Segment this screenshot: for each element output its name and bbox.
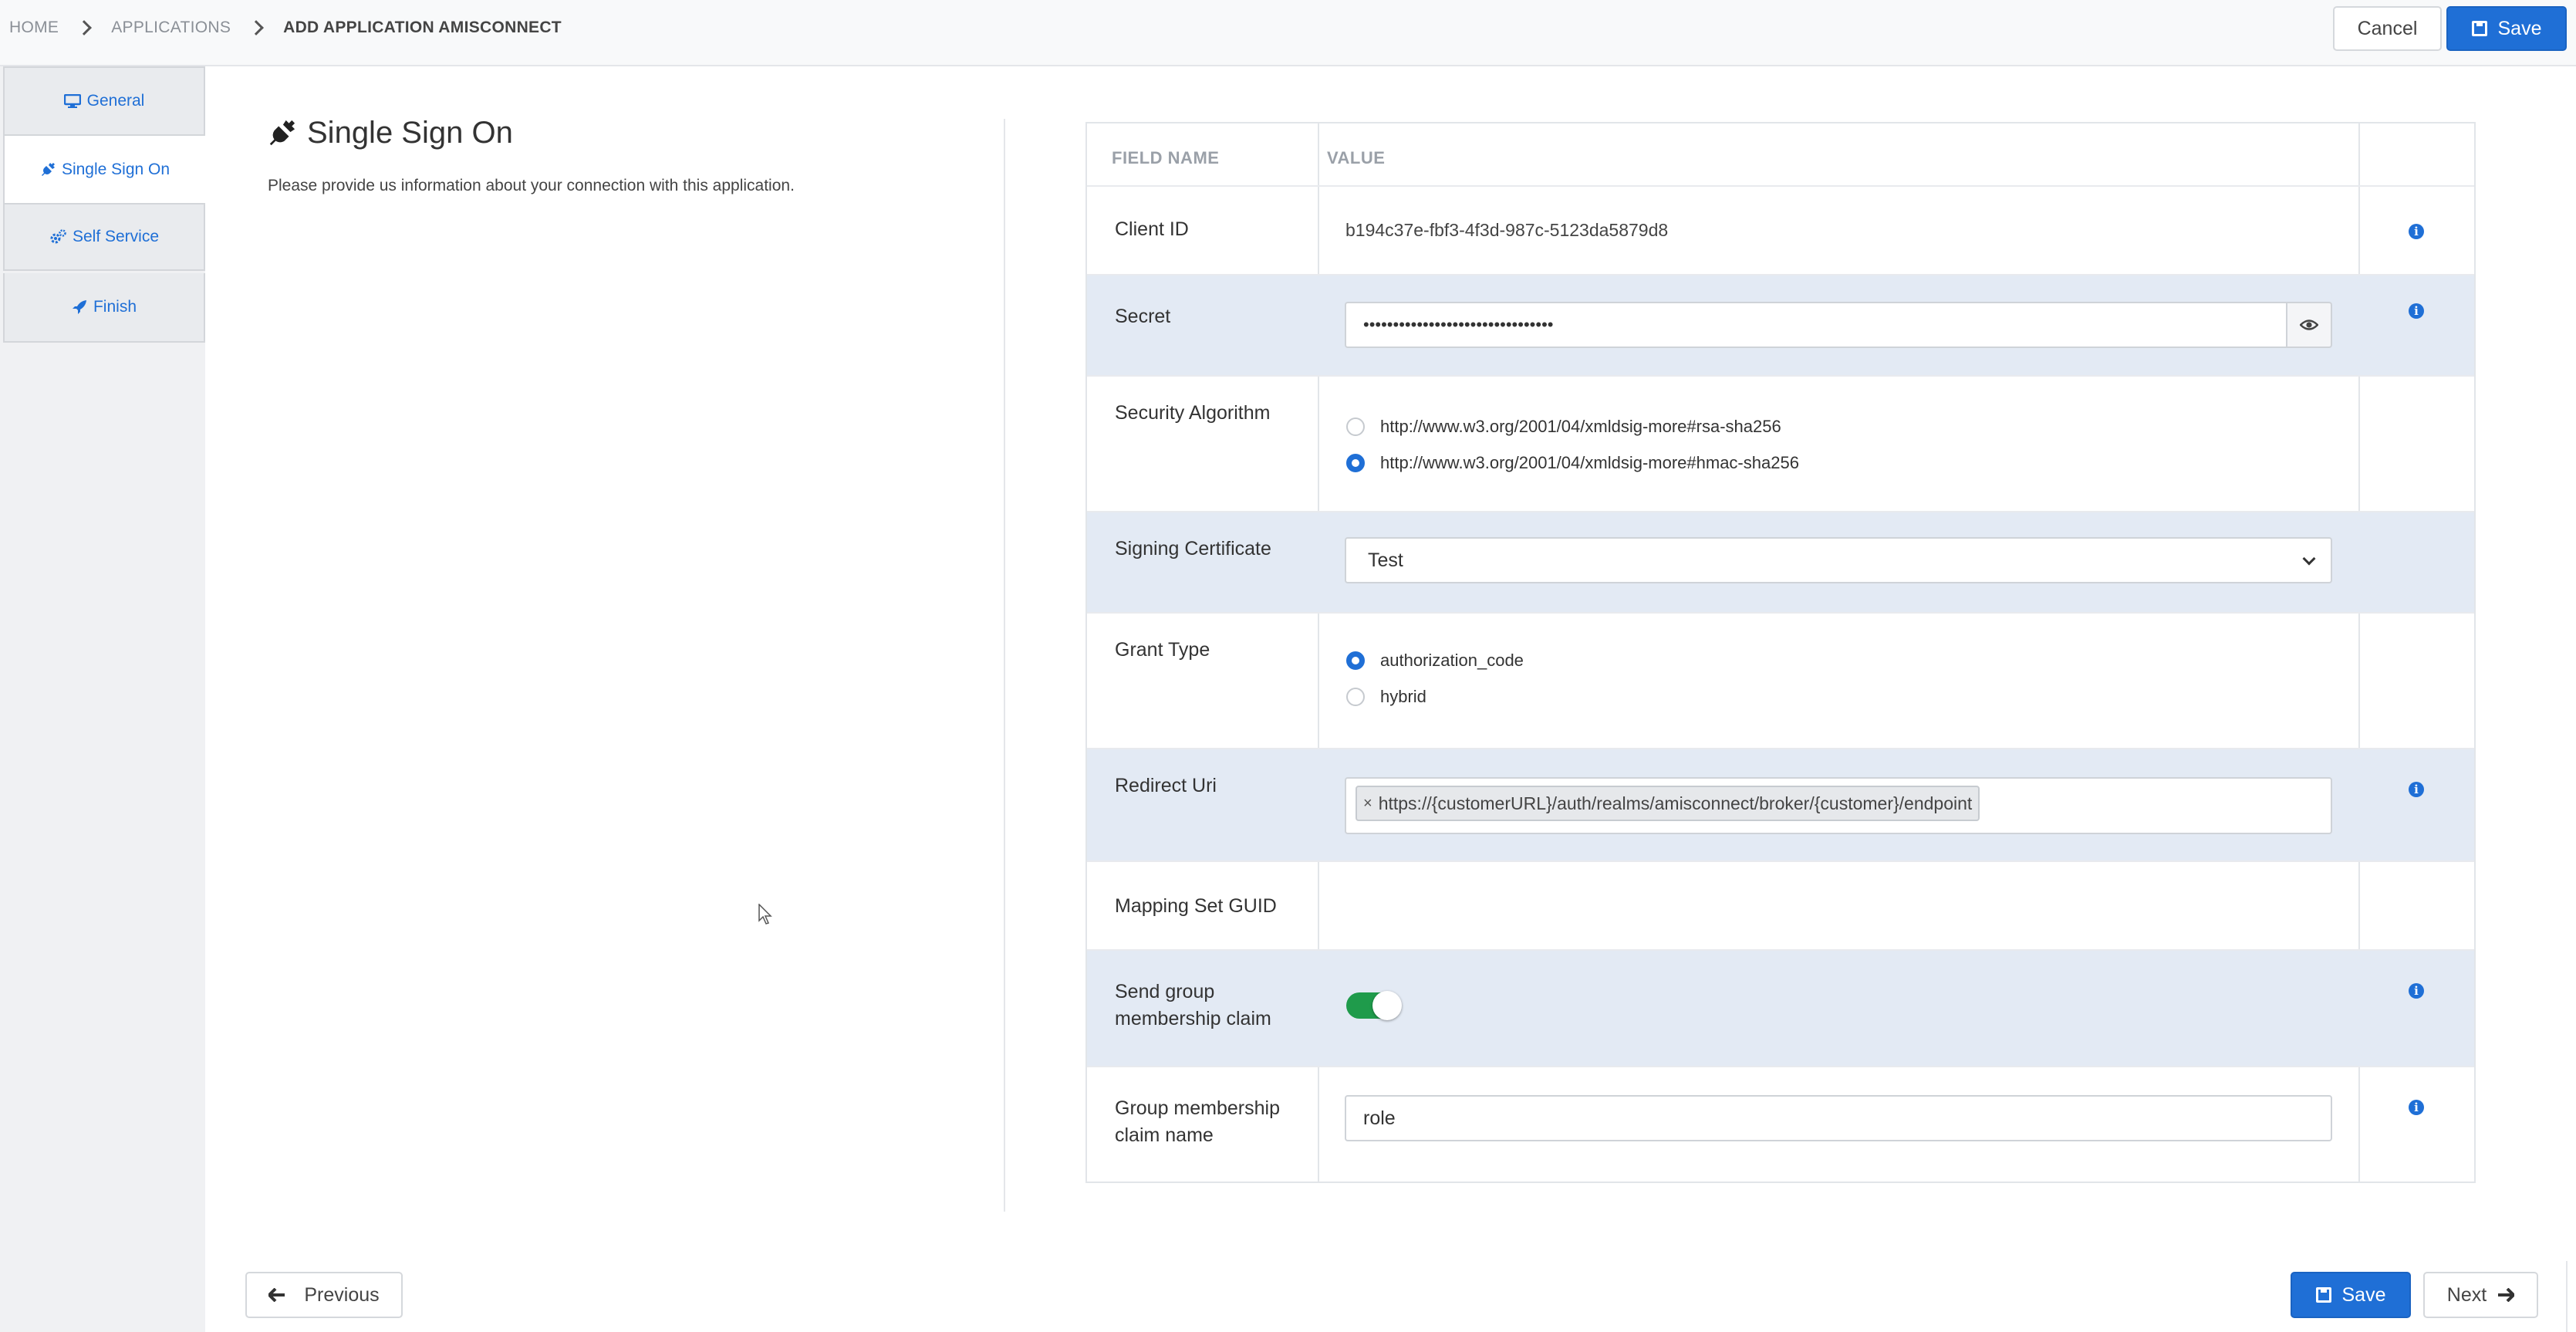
info-icon[interactable]: i	[2409, 782, 2424, 797]
header-field-name: FIELD NAME	[1112, 148, 1220, 167]
save-button-top[interactable]: Save	[2446, 6, 2567, 51]
breadcrumb-home[interactable]: HOME	[9, 19, 59, 37]
chevron-right-icon	[248, 20, 265, 35]
table-row-grant-type: Grant Type authorization_code hybrid	[1087, 614, 2474, 749]
mapping-set-guid-label: Mapping Set GUID	[1115, 895, 1277, 917]
table-row-send-group-claim: Send group membership claim i	[1087, 951, 2474, 1067]
group-claim-name-value: role	[1363, 1107, 1396, 1129]
previous-button-label: Previous	[304, 1283, 380, 1306]
signing-certificate-label: Signing Certificate	[1115, 538, 1271, 560]
tab-finish[interactable]: Finish	[3, 273, 205, 343]
tab-self-service[interactable]: Self Service	[3, 205, 205, 271]
radio-label: http://www.w3.org/2001/04/xmldsig-more#r…	[1380, 417, 1781, 436]
tab-label: Single Sign On	[61, 160, 170, 178]
save-button-bottom[interactable]: Save	[2291, 1272, 2411, 1318]
next-button[interactable]: Next	[2423, 1272, 2538, 1318]
tab-general[interactable]: General	[3, 66, 205, 136]
table-row-security-algorithm: Security Algorithm http://www.w3.org/200…	[1087, 377, 2474, 512]
toggle-knob	[1372, 991, 1402, 1020]
chevron-down-icon	[2302, 552, 2316, 566]
arrow-right-icon	[2498, 1288, 2515, 1302]
next-button-label: Next	[2446, 1283, 2487, 1306]
client-id-value: b194c37e-fbf3-4f3d-987c-5123da5879d8	[1345, 220, 1669, 240]
tab-label: General	[86, 92, 145, 110]
send-group-claim-label: Send group membership claim	[1115, 981, 1271, 1029]
redirect-uri-tag: × https://{customerURL}/auth/realms/amis…	[1356, 786, 1980, 821]
plug-icon	[41, 162, 55, 176]
security-algorithm-label: Security Algorithm	[1115, 402, 1271, 424]
plug-icon	[269, 120, 295, 145]
previous-button[interactable]: Previous	[245, 1272, 403, 1318]
grant-type-label: Grant Type	[1115, 639, 1210, 661]
radio-option-hmac-sha256[interactable]: http://www.w3.org/2001/04/xmldsig-more#h…	[1346, 453, 1799, 473]
page-title: Single Sign On	[267, 116, 513, 150]
send-group-claim-toggle[interactable]	[1346, 991, 1402, 1020]
radio-button-selected[interactable]	[1346, 651, 1365, 670]
cancel-button[interactable]: Cancel	[2333, 6, 2442, 51]
breadcrumb: HOME APPLICATIONS ADD APPLICATION AMISCO…	[9, 19, 562, 37]
secret-label: Secret	[1115, 306, 1171, 327]
radio-label: hybrid	[1380, 687, 1426, 706]
redirect-uri-tag-input[interactable]: × https://{customerURL}/auth/realms/amis…	[1345, 777, 2332, 834]
secret-input[interactable]: ••••••••••••••••••••••••••••••••	[1345, 302, 2286, 348]
breadcrumb-current: ADD APPLICATION AMISCONNECT	[283, 19, 562, 36]
radio-button[interactable]	[1346, 418, 1365, 436]
table-row-signing-certificate: Signing Certificate Test	[1087, 512, 2474, 614]
chevron-right-icon	[76, 20, 93, 35]
radio-option-rsa-sha256[interactable]: http://www.w3.org/2001/04/xmldsig-more#r…	[1346, 417, 1781, 437]
table-header-row: FIELD NAME VALUE	[1087, 123, 2474, 187]
table-row-redirect-uri: Redirect Uri × https://{customerURL}/aut…	[1087, 749, 2474, 862]
cancel-button-label: Cancel	[2357, 17, 2418, 39]
top-bar: HOME APPLICATIONS ADD APPLICATION AMISCO…	[0, 0, 2576, 66]
cogs-icon	[50, 229, 66, 244]
signing-certificate-select[interactable]: Test	[1345, 537, 2332, 583]
radio-label: http://www.w3.org/2001/04/xmldsig-more#h…	[1380, 453, 1799, 472]
header-value: VALUE	[1327, 148, 1386, 167]
column-divider	[1004, 119, 1005, 1212]
monitor-icon	[63, 94, 81, 108]
info-icon[interactable]: i	[2409, 983, 2424, 999]
radio-option-authorization-code[interactable]: authorization_code	[1346, 651, 1524, 671]
mouse-cursor-icon	[758, 904, 772, 925]
remove-tag-icon[interactable]: ×	[1363, 795, 1372, 813]
tab-label: Finish	[93, 298, 137, 316]
tab-single-sign-on[interactable]: Single Sign On	[3, 136, 228, 205]
tab-label: Self Service	[72, 228, 160, 245]
save-button-label: Save	[2497, 17, 2542, 39]
sso-settings-table: FIELD NAME VALUE Client ID b194c37e-fbf3…	[1085, 122, 2476, 1183]
show-secret-button[interactable]	[2286, 302, 2332, 348]
radio-label: authorization_code	[1380, 651, 1524, 670]
table-row-mapping-set-guid: Mapping Set GUID	[1087, 862, 2474, 951]
group-claim-name-input[interactable]: role	[1345, 1095, 2332, 1141]
table-row-secret: Secret •••••••••••••••••••••••••••••••• …	[1087, 276, 2474, 377]
tag-text: https://{customerURL}/auth/realms/amisco…	[1378, 793, 1973, 813]
floppy-disk-icon	[2315, 1287, 2331, 1303]
redirect-uri-label: Redirect Uri	[1115, 775, 1217, 796]
info-icon[interactable]: i	[2409, 1100, 2424, 1115]
client-id-label: Client ID	[1115, 218, 1189, 240]
radio-option-hybrid[interactable]: hybrid	[1346, 687, 1426, 707]
page-title-text: Single Sign On	[307, 116, 513, 150]
group-claim-name-label: Group membership claim name	[1115, 1097, 1280, 1146]
rocket-icon	[72, 300, 86, 314]
table-row-client-id: Client ID b194c37e-fbf3-4f3d-987c-5123da…	[1087, 187, 2474, 276]
radio-button-selected[interactable]	[1346, 454, 1365, 472]
eye-icon	[2300, 319, 2318, 330]
radio-button[interactable]	[1346, 688, 1365, 706]
save-button-label: Save	[2341, 1283, 2386, 1306]
breadcrumb-applications[interactable]: APPLICATIONS	[111, 19, 231, 37]
info-icon[interactable]: i	[2409, 303, 2424, 319]
floppy-disk-icon	[2471, 21, 2487, 36]
info-icon[interactable]: i	[2409, 224, 2424, 239]
page-description: Please provide us information about your…	[268, 177, 795, 194]
arrow-left-icon	[268, 1288, 285, 1302]
scrollbar-edge	[2566, 1261, 2568, 1332]
table-row-group-claim-name: Group membership claim name role i	[1087, 1067, 2474, 1182]
secret-value: ••••••••••••••••••••••••••••••••	[1363, 315, 1554, 334]
select-value: Test	[1368, 549, 1403, 571]
